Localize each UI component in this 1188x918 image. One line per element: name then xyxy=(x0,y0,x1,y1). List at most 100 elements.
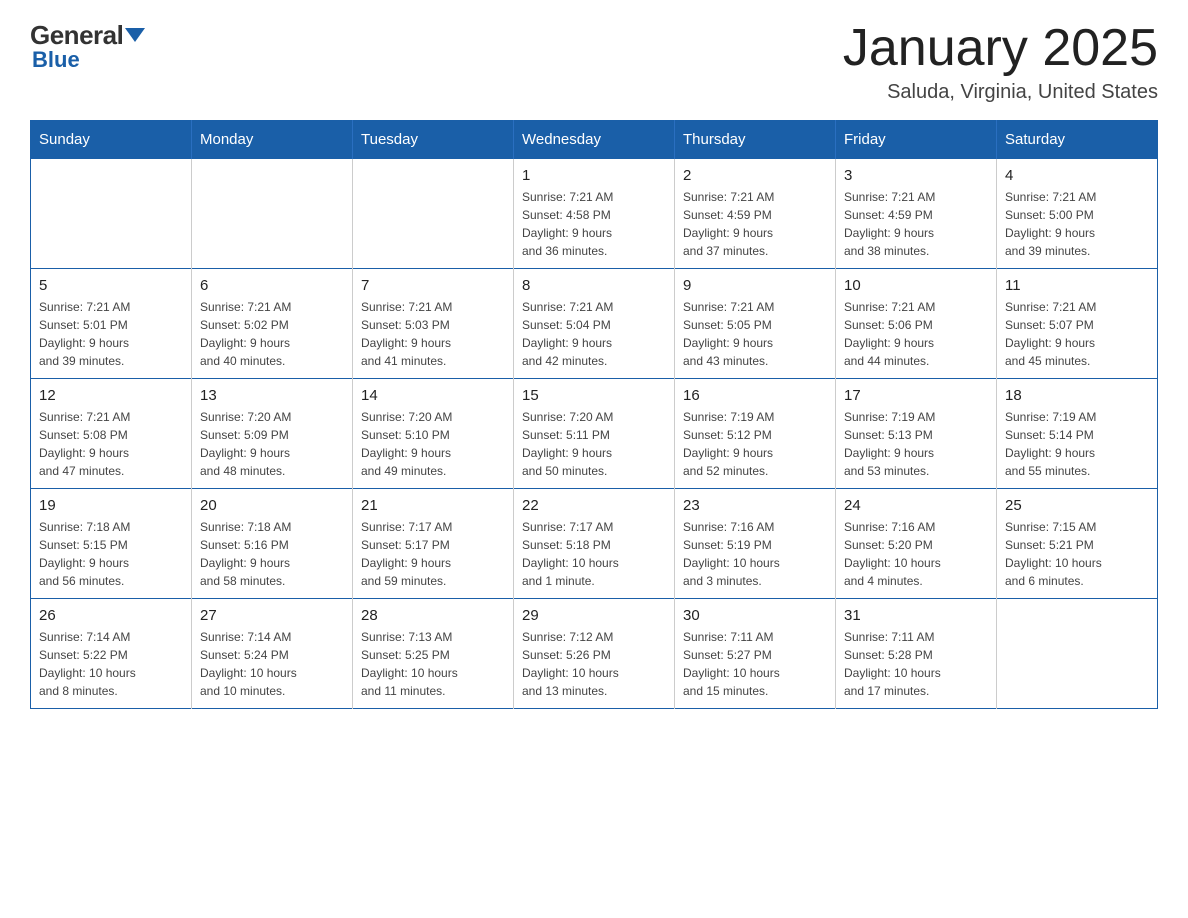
day-number: 19 xyxy=(39,497,183,514)
day-number: 7 xyxy=(361,277,505,294)
day-number: 4 xyxy=(1005,167,1149,184)
calendar-week-4: 19 Sunrise: 7:18 AMSunset: 5:15 PMDayligh… xyxy=(31,489,1158,599)
title-block: January 2025 Saluda, Virginia, United St… xyxy=(843,20,1158,104)
logo-blue: Blue xyxy=(32,47,80,73)
calendar-cell: 26 Sunrise: 7:14 AMSunset: 5:22 PMDayligh… xyxy=(31,599,192,709)
day-number: 27 xyxy=(200,607,344,624)
calendar-week-2: 5 Sunrise: 7:21 AMSunset: 5:01 PMDaylight… xyxy=(31,269,1158,379)
calendar-cell: 5 Sunrise: 7:21 AMSunset: 5:01 PMDaylight… xyxy=(31,269,192,379)
day-info: Sunrise: 7:21 AMSunset: 5:01 PMDaylight:… xyxy=(39,298,183,370)
day-number: 10 xyxy=(844,277,988,294)
calendar-week-1: 1 Sunrise: 7:21 AMSunset: 4:58 PMDaylight… xyxy=(31,159,1158,269)
day-info: Sunrise: 7:11 AMSunset: 5:27 PMDaylight:… xyxy=(683,628,827,700)
day-info: Sunrise: 7:12 AMSunset: 5:26 PMDaylight:… xyxy=(522,628,666,700)
calendar-cell: 13 Sunrise: 7:20 AMSunset: 5:09 PMDayligh… xyxy=(192,379,353,489)
day-number: 22 xyxy=(522,497,666,514)
day-info: Sunrise: 7:18 AMSunset: 5:15 PMDaylight:… xyxy=(39,518,183,590)
day-info: Sunrise: 7:21 AMSunset: 5:04 PMDaylight:… xyxy=(522,298,666,370)
day-number: 21 xyxy=(361,497,505,514)
day-number: 3 xyxy=(844,167,988,184)
day-number: 20 xyxy=(200,497,344,514)
day-number: 31 xyxy=(844,607,988,624)
day-info: Sunrise: 7:13 AMSunset: 5:25 PMDaylight:… xyxy=(361,628,505,700)
calendar-cell: 27 Sunrise: 7:14 AMSunset: 5:24 PMDayligh… xyxy=(192,599,353,709)
calendar-cell: 18Sunrise: 7:19 AMSunset: 5:14 PMDayligh… xyxy=(997,379,1158,489)
day-number: 24 xyxy=(844,497,988,514)
day-info: Sunrise: 7:21 AMSunset: 4:58 PMDaylight:… xyxy=(522,188,666,260)
location: Saluda, Virginia, United States xyxy=(843,81,1158,104)
day-number: 16 xyxy=(683,387,827,404)
calendar-week-3: 12 Sunrise: 7:21 AMSunset: 5:08 PMDayligh… xyxy=(31,379,1158,489)
calendar-cell: 3 Sunrise: 7:21 AMSunset: 4:59 PMDaylight… xyxy=(836,159,997,269)
calendar-header-row: SundayMondayTuesdayWednesdayThursdayFrid… xyxy=(31,121,1158,159)
day-info: Sunrise: 7:20 AMSunset: 5:09 PMDaylight:… xyxy=(200,408,344,480)
calendar-cell: 25 Sunrise: 7:15 AMSunset: 5:21 PMDayligh… xyxy=(997,489,1158,599)
day-info: Sunrise: 7:17 AMSunset: 5:18 PMDaylight:… xyxy=(522,518,666,590)
day-info: Sunrise: 7:11 AMSunset: 5:28 PMDaylight:… xyxy=(844,628,988,700)
calendar-cell: 23Sunrise: 7:16 AMSunset: 5:19 PMDayligh… xyxy=(675,489,836,599)
calendar-cell xyxy=(353,159,514,269)
day-info: Sunrise: 7:21 AMSunset: 4:59 PMDaylight:… xyxy=(683,188,827,260)
day-number: 26 xyxy=(39,607,183,624)
calendar-cell xyxy=(31,159,192,269)
page-header: General Blue January 2025 Saluda, Virgin… xyxy=(30,20,1158,104)
day-number: 11 xyxy=(1005,277,1149,294)
calendar-cell xyxy=(192,159,353,269)
calendar-cell: 10 Sunrise: 7:21 AMSunset: 5:06 PMDayligh… xyxy=(836,269,997,379)
day-number: 18 xyxy=(1005,387,1149,404)
calendar-cell: 12 Sunrise: 7:21 AMSunset: 5:08 PMDayligh… xyxy=(31,379,192,489)
day-info: Sunrise: 7:15 AMSunset: 5:21 PMDaylight:… xyxy=(1005,518,1149,590)
day-info: Sunrise: 7:19 AMSunset: 5:13 PMDaylight:… xyxy=(844,408,988,480)
day-number: 5 xyxy=(39,277,183,294)
day-header-saturday: Saturday xyxy=(997,121,1158,159)
day-number: 1 xyxy=(522,167,666,184)
calendar-cell xyxy=(997,599,1158,709)
day-info: Sunrise: 7:21 AMSunset: 5:06 PMDaylight:… xyxy=(844,298,988,370)
day-number: 15 xyxy=(522,387,666,404)
day-number: 8 xyxy=(522,277,666,294)
calendar-cell: 17 Sunrise: 7:19 AMSunset: 5:13 PMDayligh… xyxy=(836,379,997,489)
calendar-cell: 30Sunrise: 7:11 AMSunset: 5:27 PMDayligh… xyxy=(675,599,836,709)
day-header-monday: Monday xyxy=(192,121,353,159)
day-number: 13 xyxy=(200,387,344,404)
calendar-cell: 21 Sunrise: 7:17 AMSunset: 5:17 PMDayligh… xyxy=(353,489,514,599)
calendar-cell: 1 Sunrise: 7:21 AMSunset: 4:58 PMDaylight… xyxy=(514,159,675,269)
calendar-table: SundayMondayTuesdayWednesdayThursdayFrid… xyxy=(30,120,1158,709)
day-header-tuesday: Tuesday xyxy=(353,121,514,159)
day-info: Sunrise: 7:19 AMSunset: 5:12 PMDaylight:… xyxy=(683,408,827,480)
calendar-cell: 11 Sunrise: 7:21 AMSunset: 5:07 PMDayligh… xyxy=(997,269,1158,379)
day-number: 17 xyxy=(844,387,988,404)
day-number: 9 xyxy=(683,277,827,294)
day-info: Sunrise: 7:21 AMSunset: 5:07 PMDaylight:… xyxy=(1005,298,1149,370)
calendar-cell: 7Sunrise: 7:21 AMSunset: 5:03 PMDaylight… xyxy=(353,269,514,379)
calendar-cell: 16 Sunrise: 7:19 AMSunset: 5:12 PMDayligh… xyxy=(675,379,836,489)
day-number: 12 xyxy=(39,387,183,404)
day-number: 14 xyxy=(361,387,505,404)
calendar-cell: 29 Sunrise: 7:12 AMSunset: 5:26 PMDayligh… xyxy=(514,599,675,709)
day-number: 25 xyxy=(1005,497,1149,514)
day-info: Sunrise: 7:17 AMSunset: 5:17 PMDaylight:… xyxy=(361,518,505,590)
day-header-friday: Friday xyxy=(836,121,997,159)
day-header-wednesday: Wednesday xyxy=(514,121,675,159)
day-header-thursday: Thursday xyxy=(675,121,836,159)
logo-arrow-icon xyxy=(125,28,145,42)
day-info: Sunrise: 7:21 AMSunset: 5:02 PMDaylight:… xyxy=(200,298,344,370)
month-title: January 2025 xyxy=(843,20,1158,77)
calendar-cell: 19 Sunrise: 7:18 AMSunset: 5:15 PMDayligh… xyxy=(31,489,192,599)
day-info: Sunrise: 7:21 AMSunset: 5:08 PMDaylight:… xyxy=(39,408,183,480)
day-info: Sunrise: 7:18 AMSunset: 5:16 PMDaylight:… xyxy=(200,518,344,590)
logo: General Blue xyxy=(30,20,145,73)
calendar-cell: 20 Sunrise: 7:18 AMSunset: 5:16 PMDayligh… xyxy=(192,489,353,599)
day-info: Sunrise: 7:21 AMSunset: 4:59 PMDaylight:… xyxy=(844,188,988,260)
calendar-cell: 31 Sunrise: 7:11 AMSunset: 5:28 PMDayligh… xyxy=(836,599,997,709)
day-number: 29 xyxy=(522,607,666,624)
logo-general: General xyxy=(30,20,123,50)
day-info: Sunrise: 7:16 AMSunset: 5:20 PMDaylight:… xyxy=(844,518,988,590)
day-header-sunday: Sunday xyxy=(31,121,192,159)
calendar-cell: 2Sunrise: 7:21 AMSunset: 4:59 PMDaylight… xyxy=(675,159,836,269)
day-info: Sunrise: 7:16 AMSunset: 5:19 PMDaylight:… xyxy=(683,518,827,590)
day-info: Sunrise: 7:21 AMSunset: 5:00 PMDaylight:… xyxy=(1005,188,1149,260)
day-info: Sunrise: 7:14 AMSunset: 5:24 PMDaylight:… xyxy=(200,628,344,700)
day-number: 28 xyxy=(361,607,505,624)
day-info: Sunrise: 7:14 AMSunset: 5:22 PMDaylight:… xyxy=(39,628,183,700)
